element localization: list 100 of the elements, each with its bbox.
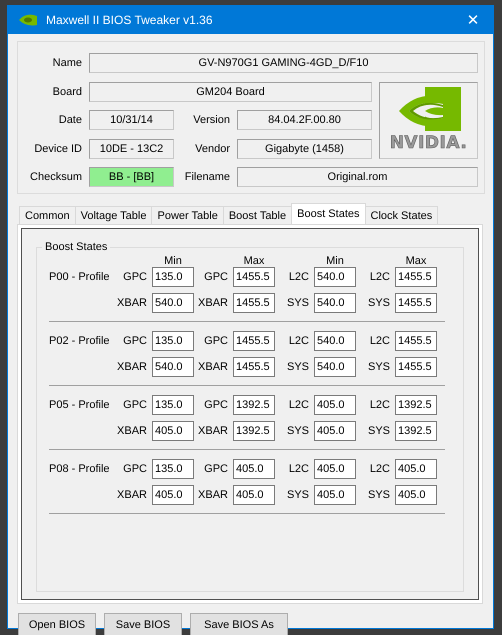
clock-label: L2C [368, 271, 391, 283]
filename-field[interactable]: Original.rom [237, 167, 478, 187]
clock-field[interactable]: 135.0 [152, 459, 194, 479]
checksum-field[interactable]: BB - [BB] [89, 167, 174, 187]
clock-label: L2C [368, 463, 391, 475]
tab[interactable]: Boost States [291, 203, 366, 224]
clock-field[interactable]: 405.0 [395, 459, 437, 479]
tab[interactable]: Voltage Table [74, 206, 152, 224]
clock-field[interactable]: 1392.5 [395, 421, 437, 441]
clock-field[interactable]: 1392.5 [233, 395, 275, 415]
clock-label: SYS [286, 361, 310, 373]
eye-logo-icon [18, 14, 38, 26]
version-field[interactable]: 84.04.2F.00.80 [237, 110, 372, 130]
clock-field[interactable]: 540.0 [152, 293, 194, 313]
clock-label: XBAR [197, 489, 229, 501]
clock-field[interactable]: 135.0 [152, 395, 194, 415]
field-label: Checksum [29, 171, 82, 183]
clock-label: XBAR [116, 425, 148, 437]
close-button[interactable]: ✕ [453, 6, 493, 34]
field-label: Filename [184, 171, 230, 183]
group-title: Boost States [44, 241, 108, 253]
tab[interactable]: Clock States [364, 206, 438, 224]
clock-label: SYS [366, 361, 391, 373]
clock-field[interactable]: 1455.5 [233, 293, 275, 313]
clock-field[interactable]: 1455.5 [395, 331, 437, 351]
clock-label: SYS [286, 425, 310, 437]
clock-label: L2C [288, 271, 310, 283]
clock-field[interactable]: 540.0 [314, 293, 356, 313]
clock-label: XBAR [197, 425, 229, 437]
clock-field[interactable]: 405.0 [233, 459, 275, 479]
clock-field[interactable]: 540.0 [314, 357, 356, 377]
clock-label: XBAR [197, 361, 229, 373]
clock-field[interactable]: 1455.5 [233, 331, 275, 351]
field-label: Vendor [194, 142, 230, 154]
clock-label: SYS [366, 425, 391, 437]
clock-field[interactable]: 405.0 [314, 459, 356, 479]
profile-label: P02 - Profile [49, 334, 111, 349]
clock-label: SYS [366, 489, 391, 501]
board-field[interactable]: GM204 Board [89, 82, 372, 102]
clock-field[interactable]: 1455.5 [395, 293, 437, 313]
field-label: Board [52, 86, 82, 98]
clock-label: SYS [286, 297, 310, 309]
profile-label: P08 - Profile [49, 462, 111, 477]
clock-field[interactable]: 405.0 [314, 421, 356, 441]
date-field[interactable]: 10/31/14 [89, 110, 174, 130]
window-title: Maxwell II BIOS Tweaker v1.36 [46, 13, 214, 27]
clock-field[interactable]: 1455.5 [395, 357, 437, 377]
action-button[interactable]: Save BIOS As [190, 613, 288, 635]
clock-field[interactable]: 1455.5 [233, 267, 275, 287]
profile-label: P05 - Profile [49, 398, 111, 413]
clock-field[interactable]: 1392.5 [395, 395, 437, 415]
clock-field[interactable]: 135.0 [152, 331, 194, 351]
column-header: Min [163, 255, 183, 267]
clock-label: SYS [286, 489, 310, 501]
clock-field[interactable]: 540.0 [314, 331, 356, 351]
tab[interactable]: Common [19, 206, 76, 224]
clock-label: GPC [122, 271, 148, 283]
column-header: Max [404, 255, 428, 267]
column-header: Min [325, 255, 345, 267]
clock-label: L2C [368, 335, 391, 347]
action-button[interactable]: Save BIOS [104, 613, 182, 635]
field-label: Version [192, 114, 230, 126]
clock-field[interactable]: 405.0 [233, 485, 275, 505]
clock-label: XBAR [116, 489, 148, 501]
clock-field[interactable]: 1455.5 [395, 267, 437, 287]
clock-label: XBAR [197, 297, 229, 309]
eye-logo-icon [396, 87, 460, 131]
clock-field[interactable]: 405.0 [152, 421, 194, 441]
profile-label: P00 - Profile [49, 270, 111, 285]
column-header: Max [242, 255, 266, 267]
clock-label: GPC [122, 335, 148, 347]
clock-label: GPC [203, 271, 229, 283]
field-label: Device ID [33, 142, 82, 154]
clock-label: L2C [368, 399, 391, 411]
clock-field[interactable]: 405.0 [152, 485, 194, 505]
clock-label: L2C [288, 463, 310, 475]
clock-label: XBAR [116, 361, 148, 373]
vendor-field[interactable]: Gigabyte (1458) [237, 138, 372, 158]
clock-label: GPC [203, 399, 229, 411]
field-label: Name [52, 57, 82, 69]
logo-text: NVIDIA. [390, 133, 468, 153]
clock-label: GPC [203, 335, 229, 347]
clock-label: XBAR [116, 297, 148, 309]
clock-label: GPC [203, 463, 229, 475]
field-label: Date [58, 114, 82, 126]
device-id-field[interactable]: 10DE - 13C2 [89, 138, 174, 158]
clock-label: GPC [122, 463, 148, 475]
name-field[interactable]: GV-N970G1 GAMING-4GD_D/F10 [89, 53, 478, 73]
clock-field[interactable]: 1455.5 [233, 357, 275, 377]
clock-field[interactable]: 135.0 [152, 267, 194, 287]
clock-label: L2C [288, 335, 310, 347]
clock-field[interactable]: 405.0 [314, 485, 356, 505]
clock-label: L2C [288, 399, 310, 411]
action-button[interactable]: Open BIOS [18, 613, 96, 635]
clock-field[interactable]: 405.0 [314, 395, 356, 415]
clock-field[interactable]: 405.0 [395, 485, 437, 505]
clock-field[interactable]: 540.0 [314, 267, 356, 287]
clock-label: SYS [366, 297, 391, 309]
clock-field[interactable]: 1392.5 [233, 421, 275, 441]
clock-field[interactable]: 540.0 [152, 357, 194, 377]
